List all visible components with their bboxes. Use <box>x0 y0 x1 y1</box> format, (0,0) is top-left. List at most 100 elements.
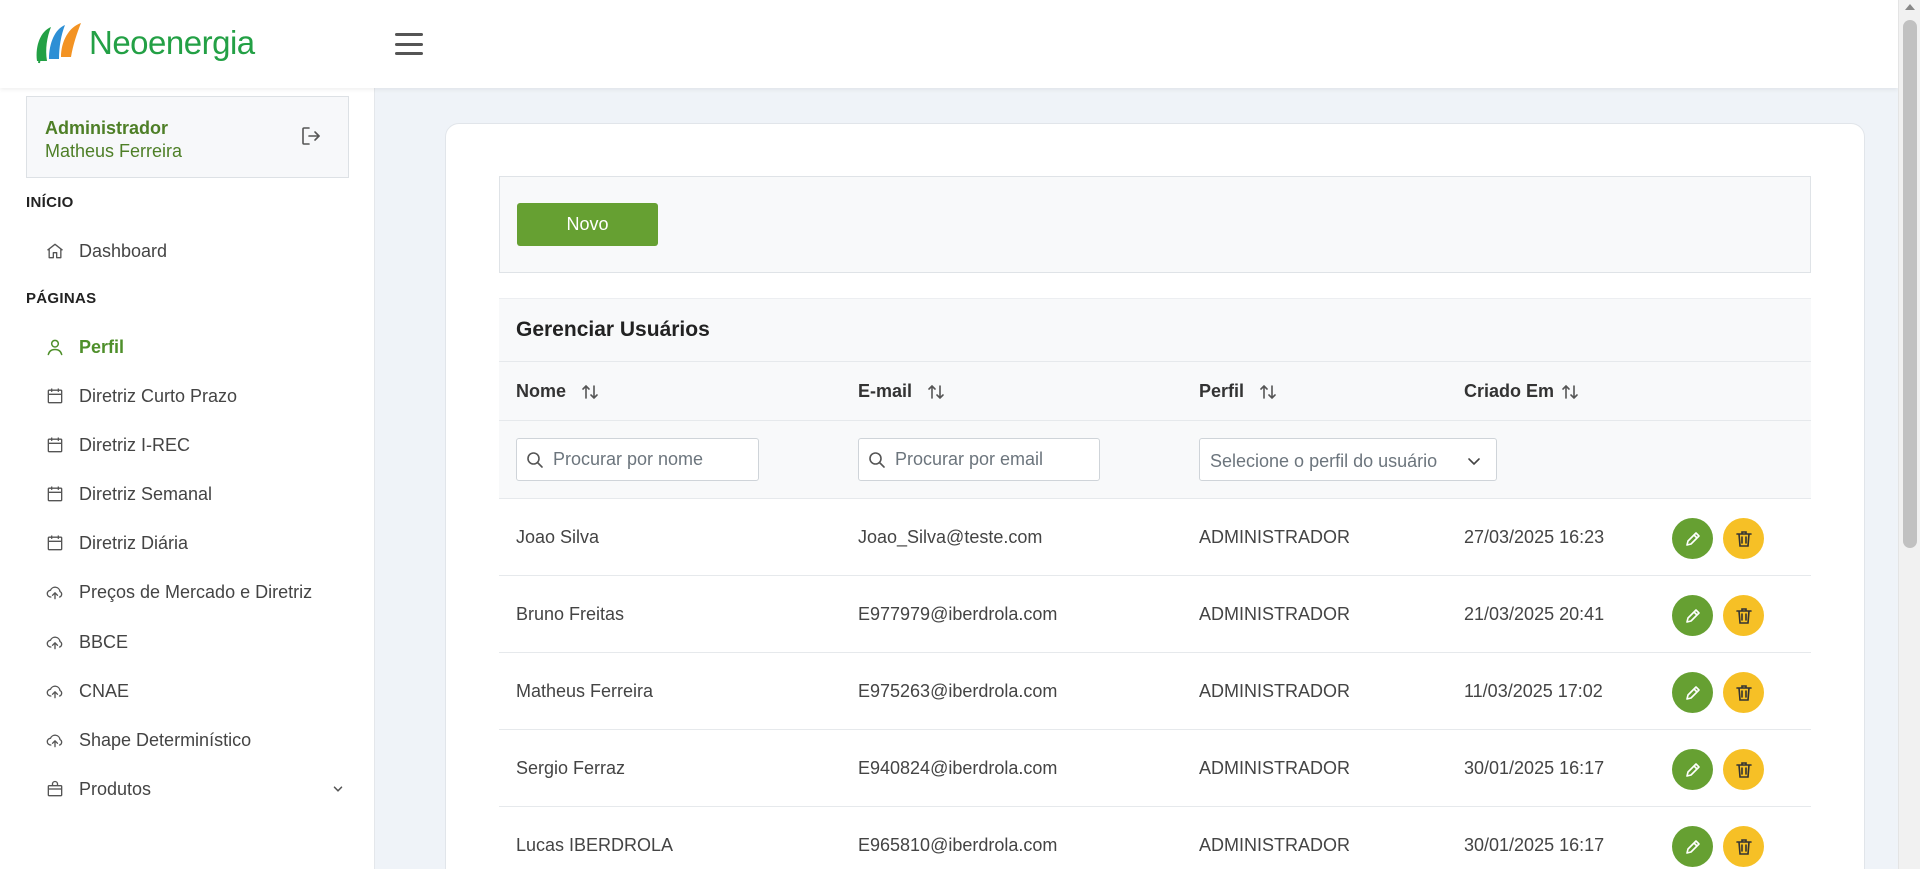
sidebar-item-cnae[interactable]: CNAE <box>45 676 345 706</box>
sidebar-item-label: Diretriz Semanal <box>79 483 213 504</box>
sidebar-item-label: CNAE <box>79 680 130 701</box>
cell-profile: ADMINISTRADOR <box>1199 758 1351 778</box>
delete-button[interactable] <box>1723 595 1764 636</box>
sidebar-item-label: Dashboard <box>79 240 168 261</box>
new-user-button[interactable]: Novo <box>517 203 658 246</box>
cell-name: Joao Silva <box>516 527 600 547</box>
column-header-nome[interactable]: Nome <box>516 362 600 421</box>
calendar-icon <box>47 486 63 502</box>
menu-toggle-icon[interactable] <box>395 33 423 55</box>
page-scrollbar[interactable] <box>1898 0 1920 869</box>
sort-icon <box>1562 384 1578 399</box>
pencil-icon <box>1685 608 1700 623</box>
cloud-upload-icon <box>46 636 63 650</box>
table-row: Joao Silva Joao_Silva@teste.com ADMINIST… <box>499 499 1811 576</box>
delete-button[interactable] <box>1723 672 1764 713</box>
sidebar-item-label: Diretriz Curto Prazo <box>79 385 238 406</box>
column-header-perfil[interactable]: Perfil <box>1199 362 1278 421</box>
edit-button[interactable] <box>1672 595 1713 636</box>
top-bar: Neoenergia <box>0 0 1898 88</box>
sidebar-item-label: Perfil <box>79 336 125 357</box>
trash-icon <box>1735 530 1752 547</box>
email-search-input[interactable] <box>895 449 1085 470</box>
sidebar-item-label: Diretriz I-REC <box>79 434 190 455</box>
sidebar-item-diretriz-curto-prazo[interactable]: Diretriz Curto Prazo <box>45 381 345 411</box>
delete-button[interactable] <box>1723 749 1764 790</box>
pencil-icon <box>1685 531 1700 546</box>
scroll-up-icon[interactable] <box>1905 4 1915 10</box>
cell-email: E977979@iberdrola.com <box>858 604 1058 624</box>
email-filter <box>858 438 1100 481</box>
pencil-icon <box>1685 685 1700 700</box>
home-icon <box>47 243 63 259</box>
column-header-criado-em[interactable]: Criado Em <box>1464 362 1580 421</box>
filter-row: Selecione o perfil do usuário <box>499 421 1811 499</box>
cell-created: 30/01/2025 16:17 <box>1464 758 1605 778</box>
cell-email: E965810@iberdrola.com <box>858 835 1058 855</box>
table-row: Sergio Ferraz E940824@iberdrola.com ADMI… <box>499 730 1811 807</box>
chevron-down-icon <box>1468 458 1480 466</box>
sidebar-item-perfil[interactable]: Perfil <box>45 332 345 362</box>
logo[interactable]: Neoenergia <box>33 21 255 65</box>
column-header-email[interactable]: E-mail <box>858 362 946 421</box>
table-row: Lucas IBERDROLA E965810@iberdrola.com AD… <box>499 807 1811 869</box>
edit-button[interactable] <box>1672 826 1713 867</box>
sidebar-item-diretriz-semanal[interactable]: Diretriz Semanal <box>45 479 345 509</box>
user-icon <box>47 339 63 356</box>
cell-name: Lucas IBERDROLA <box>516 835 674 855</box>
name-search-input[interactable] <box>553 449 743 470</box>
calendar-icon <box>47 535 63 551</box>
sidebar-item-diretriz-i-rec[interactable]: Diretriz I-REC <box>45 430 345 460</box>
sidebar-item-produtos[interactable]: Produtos <box>45 774 345 804</box>
logout-icon[interactable] <box>299 124 323 148</box>
sidebar: Administrador Matheus Ferreira INÍCIO Da… <box>0 88 375 869</box>
cell-email: Joao_Silva@teste.com <box>858 527 1043 547</box>
cloud-upload-icon <box>46 685 63 699</box>
scrollbar-thumb[interactable] <box>1903 20 1917 548</box>
delete-button[interactable] <box>1723 518 1764 559</box>
cloud-upload-icon <box>46 586 63 600</box>
sidebar-item-label: BBCE <box>79 631 129 652</box>
user-role: Administrador <box>45 118 169 138</box>
sidebar-item-label: Diretriz Diária <box>79 532 189 553</box>
trash-icon <box>1735 684 1752 701</box>
profile-select-placeholder: Selecione o perfil do usuário <box>1210 451 1438 471</box>
sidebar-item-shape-deterministico[interactable]: Shape Determinístico <box>45 725 345 755</box>
search-icon <box>869 451 885 468</box>
cell-name: Matheus Ferreira <box>516 681 654 701</box>
neoenergia-leaf-icon <box>36 23 81 64</box>
cell-created: 30/01/2025 16:17 <box>1464 835 1605 855</box>
sidebar-item-bbce[interactable]: BBCE <box>45 627 345 657</box>
calendar-icon <box>47 388 63 404</box>
name-filter <box>516 438 759 481</box>
trash-icon <box>1735 607 1752 624</box>
logo-text: Neoenergia <box>89 24 255 61</box>
trash-icon <box>1735 761 1752 778</box>
cell-profile: ADMINISTRADOR <box>1199 527 1351 547</box>
table-header: Nome E-mail Perfil Criado Em <box>499 362 1811 421</box>
toolbar: Novo <box>499 176 1811 273</box>
sidebar-item-diretriz-diaria[interactable]: Diretriz Diária <box>45 528 345 558</box>
cell-profile: ADMINISTRADOR <box>1199 681 1351 701</box>
cell-name: Bruno Freitas <box>516 604 625 624</box>
table-row: Bruno Freitas E977979@iberdrola.com ADMI… <box>499 576 1811 653</box>
edit-button[interactable] <box>1672 672 1713 713</box>
sidebar-item-label: Produtos <box>79 778 152 799</box>
chevron-down-icon[interactable] <box>331 782 345 796</box>
cell-created: 21/03/2025 20:41 <box>1464 604 1605 624</box>
shopping-bag-icon <box>47 780 63 797</box>
cell-email: E940824@iberdrola.com <box>858 758 1058 778</box>
sidebar-item-dashboard[interactable]: Dashboard <box>45 236 345 266</box>
sidebar-item-precos-mercado[interactable]: Preços de Mercado e Diretriz <box>45 577 345 607</box>
sort-icon <box>1260 384 1276 399</box>
edit-button[interactable] <box>1672 749 1713 790</box>
cell-email: E975263@iberdrola.com <box>858 681 1058 701</box>
delete-button[interactable] <box>1723 826 1764 867</box>
cell-profile: ADMINISTRADOR <box>1199 604 1351 624</box>
edit-button[interactable] <box>1672 518 1713 559</box>
sort-icon <box>582 384 598 399</box>
profile-select[interactable]: Selecione o perfil do usuário <box>1199 438 1497 481</box>
cell-created: 27/03/2025 16:23 <box>1464 527 1605 547</box>
section-paginas: PÁGINAS <box>26 290 97 307</box>
pencil-icon <box>1685 762 1700 777</box>
